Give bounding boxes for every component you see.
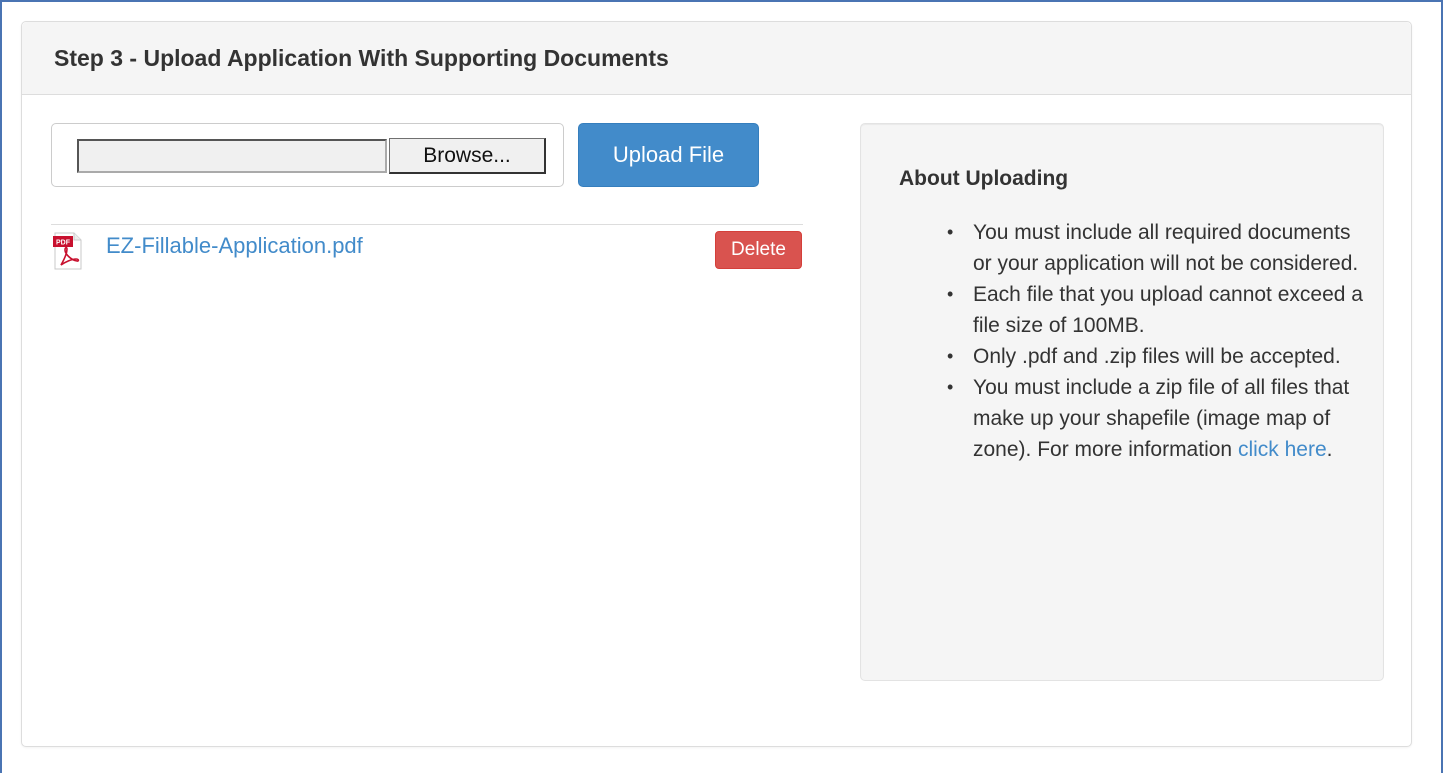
svg-text:PDF: PDF <box>56 240 71 247</box>
browse-button[interactable]: Browse... <box>389 138 546 174</box>
panel-title: Step 3 - Upload Application With Support… <box>54 44 669 71</box>
file-link[interactable]: EZ-Fillable-Application.pdf <box>106 233 363 259</box>
about-title: About Uploading <box>899 167 1069 190</box>
upload-panel: Step 3 - Upload Application With Support… <box>21 21 1412 747</box>
list-item: Each file that you upload cannot exceed … <box>947 279 1367 341</box>
about-list: You must include all required documents … <box>947 217 1367 465</box>
list-item: Only .pdf and .zip files will be accepte… <box>947 341 1367 372</box>
file-input-group: Browse... <box>51 123 564 187</box>
pdf-file-icon: PDF <box>53 232 82 270</box>
list-item: You must include a zip file of all files… <box>947 372 1367 465</box>
list-item: You must include all required documents … <box>947 217 1367 279</box>
panel-heading: Step 3 - Upload Application With Support… <box>22 22 1411 95</box>
uploaded-file-row: PDF EZ-Fillable-Application.pdf Delete <box>51 229 803 273</box>
upload-file-button[interactable]: Upload File <box>578 123 759 187</box>
file-path-input[interactable] <box>77 139 387 173</box>
delete-button[interactable]: Delete <box>715 231 802 269</box>
click-here-link[interactable]: click here <box>1238 438 1327 461</box>
about-uploading-box: About Uploading You must include all req… <box>860 123 1384 681</box>
divider <box>51 224 803 225</box>
